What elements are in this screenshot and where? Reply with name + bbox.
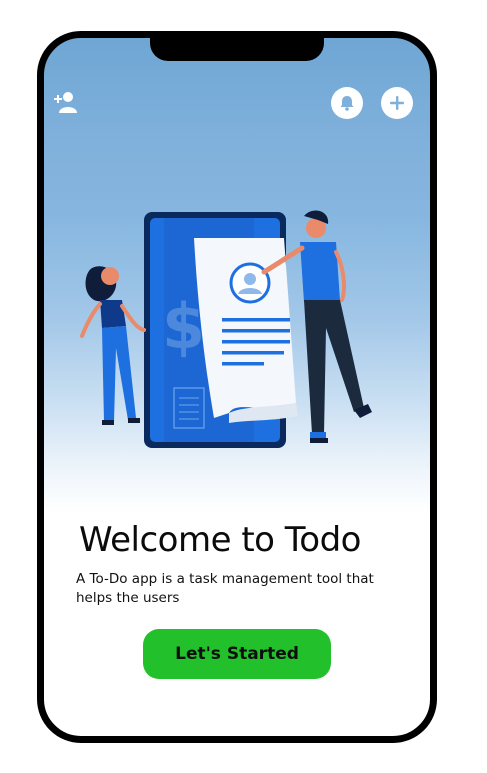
add-user-icon (54, 92, 77, 113)
bell-icon (340, 96, 354, 111)
add-task-button[interactable] (381, 87, 413, 119)
phone-frame: $ Welcome to Todo A To-Do app is a task … (37, 31, 437, 743)
add-user-button[interactable] (52, 88, 80, 116)
welcome-title: Welcome to Todo (79, 520, 361, 560)
notifications-button[interactable] (331, 87, 363, 119)
hero-illustration: $ (80, 210, 372, 448)
welcome-subtitle: A To-Do app is a task management tool th… (76, 571, 374, 606)
plus-icon (390, 96, 404, 110)
lets-started-button[interactable]: Let's Started (143, 629, 331, 679)
phone-notch (150, 38, 324, 61)
